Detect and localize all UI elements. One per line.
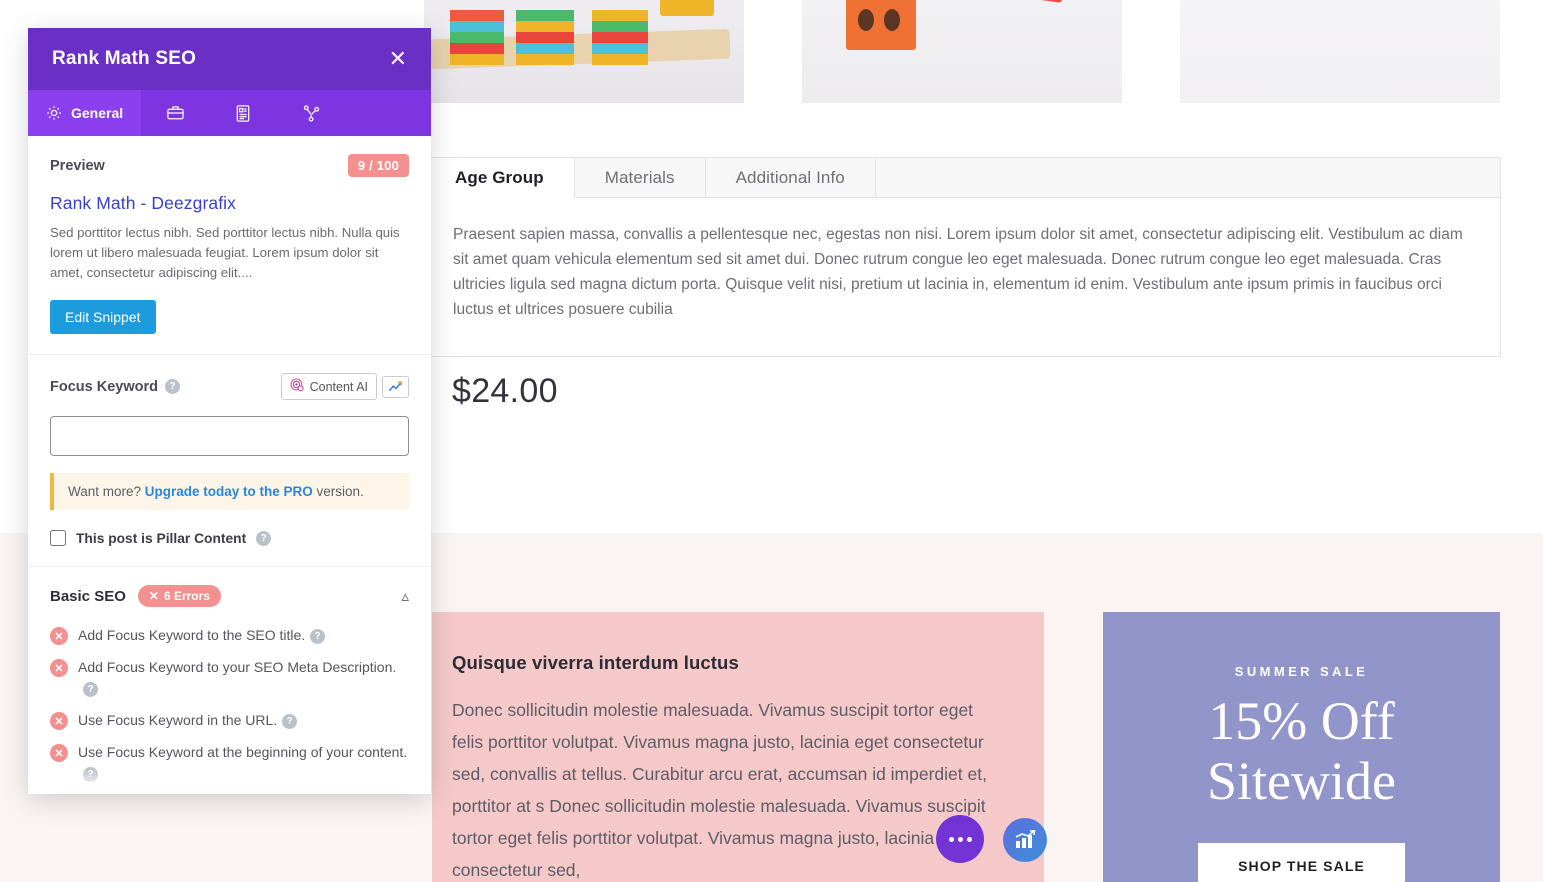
tab-additional-info[interactable]: Additional Info	[706, 158, 876, 197]
basic-seo-title: Basic SEO	[50, 587, 126, 605]
chevron-up-icon[interactable]: ▵	[401, 587, 409, 605]
product-tabs: Age Group Materials Additional Info	[424, 157, 1501, 198]
seo-score-badge: 9 / 100	[347, 154, 409, 177]
promo-headline-line2: Sitewide	[1207, 751, 1396, 811]
focus-keyword-label: Focus Keyword	[50, 378, 158, 395]
pro-upgrade-notice: Want more? Upgrade today to the PRO vers…	[50, 473, 409, 510]
help-icon[interactable]: ?	[83, 766, 98, 782]
rank-math-seo-panel: Rank Math SEO ✕ General Preview 9 / 100 …	[28, 28, 431, 794]
tab-schema[interactable]	[209, 90, 277, 136]
stacking-toy-1	[450, 10, 504, 65]
preview-section: Preview 9 / 100 Rank Math - Deezgrafix S…	[28, 136, 431, 355]
schema-document-icon	[234, 104, 252, 123]
promo-banner: SUMMER SALE 15% Off Sitewide SHOP THE SA…	[1103, 612, 1500, 882]
block-red	[988, 0, 1070, 3]
edit-snippet-button[interactable]: Edit Snippet	[50, 300, 156, 334]
focus-keyword-input[interactable]	[50, 416, 409, 456]
pink-card-heading: Quisque viverra interdum luctus	[452, 652, 739, 673]
briefcase-icon	[166, 104, 185, 122]
promo-headline-line1: 15% Off	[1208, 691, 1395, 751]
basic-seo-errors-badge: ✕ 6 Errors	[137, 585, 221, 607]
error-text: Use Focus Keyword in the URL.?	[78, 710, 298, 731]
trend-chart-icon[interactable]	[382, 375, 409, 398]
content-ai-icon	[290, 378, 304, 395]
gear-icon	[46, 105, 62, 121]
panel-header: Rank Math SEO ✕	[28, 28, 431, 90]
basic-seo-header[interactable]: Basic SEO ✕ 6 Errors ▵	[28, 567, 431, 615]
shop-the-sale-button[interactable]: SHOP THE SALE	[1198, 843, 1405, 882]
pillar-content-checkbox[interactable]	[50, 530, 66, 546]
list-item: ✕ Add Focus Keyword to the SEO title.?	[50, 625, 409, 646]
more-options-icon[interactable]	[936, 815, 984, 863]
snippet-description: Sed porttitor lectus nibh. Sed porttitor…	[50, 225, 400, 280]
x-mark-icon: ✕	[148, 589, 159, 603]
list-item: ✕ Use Focus Keyword in the URL.?	[50, 710, 409, 731]
pink-card-body: Donec sollicitudin molestie malesuada. V…	[452, 700, 987, 880]
help-icon[interactable]: ?	[164, 379, 180, 394]
panel-tab-bar: General	[28, 90, 431, 136]
panel-scroll-area[interactable]: Preview 9 / 100 Rank Math - Deezgrafix S…	[28, 136, 431, 794]
help-icon[interactable]: ?	[256, 530, 272, 546]
panel-title: Rank Math SEO	[52, 48, 197, 69]
help-icon[interactable]: ?	[282, 713, 298, 729]
focus-keyword-section: Focus Keyword ? Content AI Want more? Up…	[28, 355, 431, 567]
social-share-icon	[302, 104, 321, 123]
product-image-2[interactable]	[802, 0, 1122, 103]
product-image-1[interactable]	[424, 0, 744, 103]
promo-headline: 15% Off Sitewide	[1103, 691, 1500, 811]
focus-keyword-actions: Content AI	[280, 373, 409, 400]
tab-general[interactable]: General	[28, 90, 142, 136]
snippet-title[interactable]: Rank Math - Deezgrafix	[50, 193, 409, 214]
error-x-icon: ✕	[50, 627, 68, 645]
basic-seo-title-group: Basic SEO ✕ 6 Errors	[50, 585, 221, 607]
pillar-content-row: This post is Pillar Content ?	[50, 530, 409, 546]
list-item: ✕ Use Focus Keyword at the beginning of …	[50, 742, 409, 784]
help-icon[interactable]: ?	[83, 681, 98, 697]
error-text: Use Focus Keyword at the beginning of yo…	[78, 744, 408, 782]
focus-keyword-label-group: Focus Keyword ?	[50, 379, 180, 395]
error-text: Add Focus Keyword to your SEO Meta Descr…	[78, 659, 397, 697]
product-gallery	[424, 0, 1543, 103]
tab-materials[interactable]: Materials	[575, 158, 706, 197]
error-x-icon: ✕	[50, 744, 68, 762]
notice-prefix: Want more?	[68, 484, 145, 499]
focus-keyword-header: Focus Keyword ? Content AI	[50, 373, 409, 400]
tab-advanced[interactable]	[141, 90, 209, 136]
stacking-toy-3	[592, 10, 648, 65]
stacking-toy-2	[516, 10, 574, 65]
help-icon[interactable]: ?	[310, 628, 326, 644]
screen-root: Age Group Materials Additional Info Prae…	[0, 0, 1543, 882]
preview-header-row: Preview 9 / 100	[50, 154, 409, 177]
product-description-panel: Age Group Materials Additional Info Prae…	[424, 157, 1501, 357]
tab-social[interactable]	[277, 90, 345, 136]
pillar-content-label: This post is Pillar Content	[76, 530, 247, 546]
notice-suffix: version.	[312, 484, 364, 499]
product-description-text: Praesent sapien massa, convallis a pelle…	[424, 197, 1501, 357]
tab-age-group[interactable]: Age Group	[425, 158, 575, 198]
product-image-3[interactable]	[1180, 0, 1500, 103]
upgrade-pro-link[interactable]: Upgrade today to the PRO	[145, 484, 313, 499]
block-yellow	[660, 0, 714, 16]
tab-general-label: General	[71, 105, 124, 121]
product-price: $24.00	[452, 372, 558, 410]
preview-label: Preview	[50, 157, 105, 174]
errors-count-label: 6 Errors	[163, 589, 210, 603]
analytics-chart-icon[interactable]	[1003, 818, 1047, 862]
content-ai-label: Content AI	[309, 379, 368, 394]
promo-kicker: SUMMER SALE	[1234, 664, 1369, 679]
close-icon[interactable]: ✕	[389, 48, 407, 70]
block-orange	[846, 0, 916, 50]
error-text: Add Focus Keyword to the SEO title.?	[78, 625, 326, 646]
list-item: ✕ Add Focus Keyword to your SEO Meta Des…	[50, 657, 409, 699]
error-x-icon: ✕	[50, 659, 68, 677]
content-ai-button[interactable]: Content AI	[280, 373, 377, 400]
basic-seo-error-list: ✕ Add Focus Keyword to the SEO title.? ✕…	[28, 615, 431, 794]
error-x-icon: ✕	[50, 712, 68, 730]
